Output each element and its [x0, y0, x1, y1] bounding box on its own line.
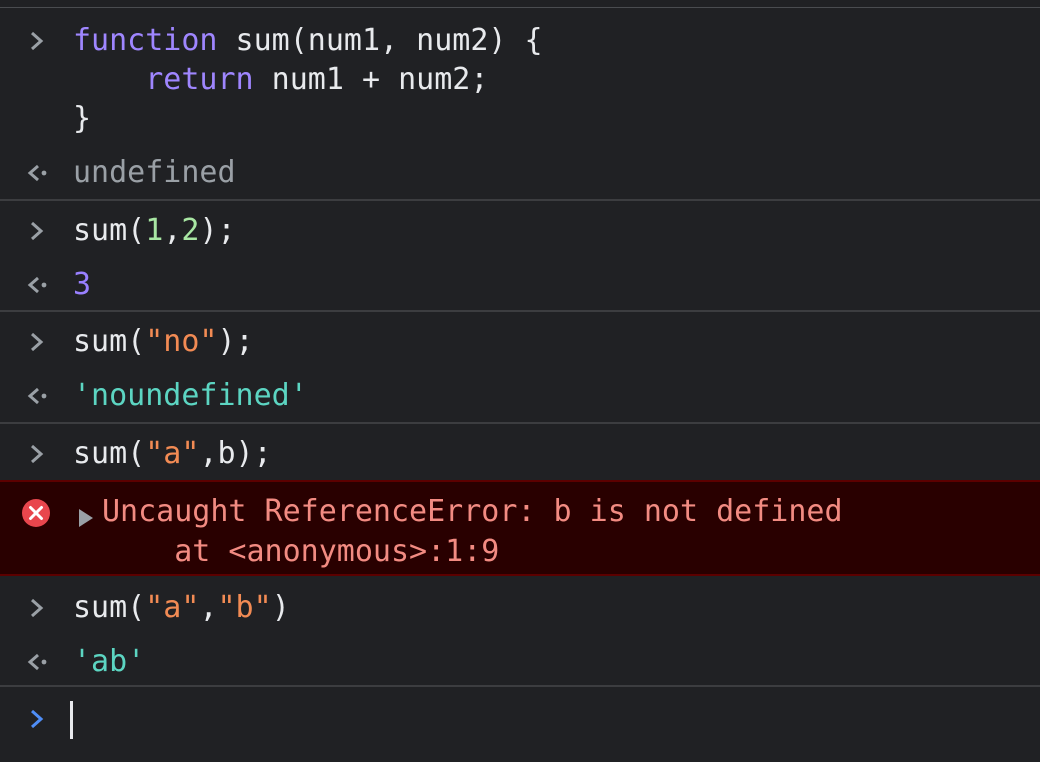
- code-token: num1 + num2;: [253, 62, 489, 97]
- code-token: "a": [145, 436, 200, 471]
- code-token: 1: [145, 213, 164, 248]
- input-prompt-icon: [20, 24, 54, 58]
- code-token: ,b);: [199, 436, 272, 471]
- code-token: sum(: [73, 590, 146, 625]
- code-token: }: [73, 101, 92, 136]
- result-token: 'noundefined': [73, 378, 308, 413]
- code-token: );: [199, 213, 236, 248]
- error-stack: at <anonymous>:1:9: [102, 534, 500, 569]
- entry-divider: [0, 685, 1040, 687]
- input-line: return num1 + num2;: [73, 60, 488, 100]
- error-message: Uncaught ReferenceError: b is not define…: [0, 480, 1040, 576]
- input-line: function sum(num1, num2) {: [73, 21, 543, 61]
- code-token: sum(num1, num2) {: [217, 23, 543, 58]
- code-token: sum(: [73, 213, 146, 248]
- result-token: 'ab': [73, 644, 146, 679]
- code-token: "b": [217, 590, 272, 625]
- devtools-console: function sum(num1, num2) { return num1 +…: [0, 0, 1040, 762]
- entry-divider: [0, 422, 1040, 424]
- input-prompt-icon: [20, 325, 54, 359]
- expand-triangle-icon[interactable]: [76, 502, 96, 527]
- result-value: undefined: [73, 153, 236, 193]
- return-arrow-icon: [20, 645, 54, 679]
- code-token: return: [145, 62, 254, 97]
- error-text: Uncaught ReferenceError: b is not define…: [102, 494, 843, 529]
- code-token: ,: [199, 590, 218, 625]
- input-line: sum("a","b"): [73, 588, 290, 628]
- input-line: sum(1,2);: [73, 211, 236, 251]
- code-token: 2: [181, 213, 200, 248]
- input-line: sum("a",b);: [73, 434, 272, 474]
- result-value: 3: [73, 265, 91, 305]
- result-token: 3: [73, 267, 92, 302]
- code-token: sum(: [73, 324, 146, 359]
- console-input-caret[interactable]: [70, 701, 73, 739]
- code-token: "no": [145, 324, 218, 359]
- input-line: sum("no");: [73, 322, 254, 362]
- return-arrow-icon: [20, 379, 54, 413]
- code-token: ): [271, 590, 290, 625]
- entry-divider: [0, 199, 1040, 201]
- input-line: }: [73, 99, 91, 139]
- result-token: undefined: [73, 155, 236, 190]
- entry-divider: [0, 310, 1040, 312]
- code-token: ,: [163, 213, 182, 248]
- error-circle-icon: [20, 497, 52, 529]
- input-prompt-icon: [20, 437, 54, 471]
- input-prompt-icon: [20, 591, 54, 625]
- return-arrow-icon: [20, 156, 54, 190]
- input-prompt-icon: [20, 214, 54, 248]
- code-token: );: [217, 324, 254, 359]
- active-prompt-icon: [20, 702, 54, 736]
- code-token: "a": [145, 590, 200, 625]
- console-top-border: [0, 0, 1040, 8]
- return-arrow-icon: [20, 268, 54, 302]
- code-token: function: [73, 23, 218, 58]
- result-value: 'noundefined': [73, 376, 308, 416]
- code-token: sum(: [73, 436, 146, 471]
- result-value: 'ab': [73, 642, 145, 682]
